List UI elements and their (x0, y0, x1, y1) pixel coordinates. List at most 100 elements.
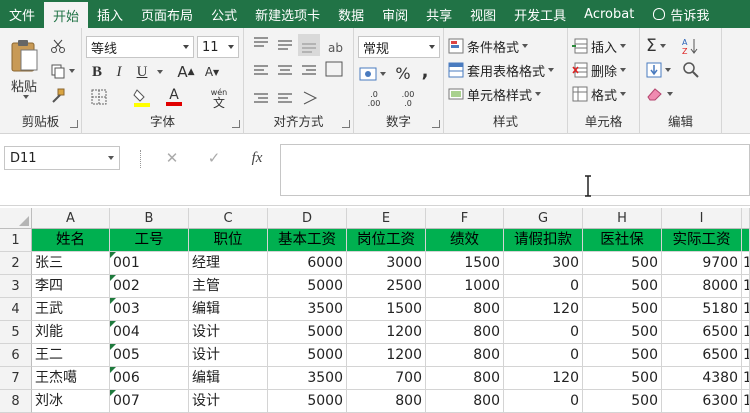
table-cell[interactable]: 0 (504, 390, 583, 413)
accounting-format-button[interactable] (358, 64, 386, 84)
table-cell[interactable]: 李四 (32, 275, 110, 298)
table-cell[interactable]: 编辑 (189, 367, 268, 390)
table-cell[interactable]: 5180 (662, 298, 742, 321)
underline-button[interactable]: U (132, 62, 152, 82)
table-cell[interactable]: 700 (347, 367, 426, 390)
tab-acrobat[interactable]: Acrobat (575, 0, 643, 28)
table-cell[interactable]: 007 (110, 390, 189, 413)
table-cell[interactable]: 500 (583, 367, 662, 390)
column-header-g[interactable]: G (504, 208, 583, 229)
cut-button[interactable] (48, 36, 68, 56)
decrease-decimal-button[interactable]: .00.0 (394, 88, 422, 110)
font-name-combo[interactable]: 等线 (86, 36, 194, 58)
table-cell[interactable]: 0 (504, 275, 583, 298)
tab-view[interactable]: 视图 (461, 0, 505, 28)
insert-function-button[interactable]: fx (244, 148, 270, 168)
clear-button[interactable] (646, 84, 673, 104)
tab-page-layout[interactable]: 页面布局 (132, 0, 202, 28)
table-cell[interactable]: 刘能 (32, 321, 110, 344)
number-launcher-icon[interactable] (432, 120, 440, 128)
table-cell[interactable]: 120 (504, 298, 583, 321)
table-cell-partial[interactable]: 1 (742, 321, 750, 344)
select-all-button[interactable] (0, 208, 32, 229)
table-cell[interactable]: 设计 (189, 344, 268, 367)
table-cell[interactable]: 主管 (189, 275, 268, 298)
table-cell-partial[interactable]: 1 (742, 390, 750, 413)
table-cell[interactable]: 300 (504, 252, 583, 275)
paste-button[interactable]: 粘贴 (6, 36, 42, 100)
sort-filter-button[interactable]: AZ (682, 36, 700, 56)
table-cell[interactable]: 王武 (32, 298, 110, 321)
header-cell[interactable]: 绩效 (426, 229, 504, 252)
table-cell[interactable]: 2500 (347, 275, 426, 298)
tab-data[interactable]: 数据 (329, 0, 373, 28)
fill-button[interactable] (646, 60, 671, 80)
header-cell[interactable]: 实际工资 (662, 229, 742, 252)
grow-font-button[interactable]: A ▲ (176, 62, 196, 82)
fill-color-button[interactable] (130, 86, 154, 108)
table-cell[interactable]: 5000 (268, 321, 347, 344)
bold-button[interactable]: B (88, 62, 106, 82)
underline-dropdown-icon[interactable] (157, 70, 163, 74)
italic-button[interactable]: I (110, 62, 128, 82)
table-cell[interactable]: 6500 (662, 321, 742, 344)
cancel-entry-button[interactable]: ✕ (160, 148, 184, 168)
table-cell[interactable]: 500 (583, 275, 662, 298)
phonetic-button[interactable]: wén 文 (206, 86, 232, 110)
row-header-1[interactable]: 1 (0, 229, 32, 252)
table-cell[interactable]: 500 (583, 298, 662, 321)
delete-cells-button[interactable]: 删除 (572, 60, 627, 80)
column-header-f[interactable]: F (426, 208, 504, 229)
font-size-combo[interactable]: 11 (197, 36, 239, 58)
row-header-2[interactable]: 2 (0, 252, 32, 275)
conditional-formatting-button[interactable]: 条件格式 (448, 36, 529, 56)
header-cell[interactable]: 姓名 (32, 229, 110, 252)
tab-file[interactable]: 文件 (0, 0, 44, 28)
tab-share[interactable]: 共享 (417, 0, 461, 28)
table-cell-partial[interactable]: 1 (742, 252, 750, 275)
tab-insert[interactable]: 插入 (88, 0, 132, 28)
autosum-button[interactable]: Σ (646, 36, 666, 56)
table-cell[interactable]: 9700 (662, 252, 742, 275)
table-cell-partial[interactable]: 1 (742, 344, 750, 367)
table-cell[interactable]: 6300 (662, 390, 742, 413)
table-cell[interactable]: 120 (504, 367, 583, 390)
table-cell[interactable]: 002 (110, 275, 189, 298)
table-cell[interactable]: 800 (426, 344, 504, 367)
table-cell[interactable]: 1200 (347, 321, 426, 344)
header-cell[interactable]: 职位 (189, 229, 268, 252)
table-cell[interactable]: 006 (110, 367, 189, 390)
column-header-a[interactable]: A (32, 208, 110, 229)
row-header-5[interactable]: 5 (0, 321, 32, 344)
alignment-launcher-icon[interactable] (342, 120, 350, 128)
column-header-i[interactable]: I (662, 208, 742, 229)
table-cell[interactable]: 500 (583, 252, 662, 275)
column-header-h[interactable]: H (583, 208, 662, 229)
cell-styles-button[interactable]: 单元格样式 (448, 84, 542, 104)
insert-cells-button[interactable]: 插入 (572, 36, 627, 56)
table-cell[interactable]: 1500 (347, 298, 426, 321)
table-cell[interactable]: 张三 (32, 252, 110, 275)
header-cell[interactable]: 工号 (110, 229, 189, 252)
table-cell[interactable]: 800 (347, 390, 426, 413)
copy-button[interactable] (48, 61, 76, 81)
table-cell[interactable]: 王二 (32, 344, 110, 367)
table-cell[interactable]: 800 (426, 390, 504, 413)
table-cell[interactable]: 004 (110, 321, 189, 344)
table-cell[interactable]: 800 (426, 321, 504, 344)
tab-home[interactable]: 开始 (44, 2, 89, 28)
table-cell[interactable]: 1200 (347, 344, 426, 367)
confirm-entry-button[interactable]: ✓ (202, 148, 226, 168)
format-as-table-button[interactable]: 套用表格格式 (448, 60, 555, 80)
table-cell[interactable]: 5000 (268, 344, 347, 367)
table-cell[interactable]: 6000 (268, 252, 347, 275)
table-cell[interactable]: 500 (583, 390, 662, 413)
column-header-d[interactable]: D (268, 208, 347, 229)
tab-developer[interactable]: 开发工具 (505, 0, 575, 28)
font-launcher-icon[interactable] (232, 120, 240, 128)
formula-input[interactable] (280, 144, 750, 197)
table-cell[interactable]: 刘冰 (32, 390, 110, 413)
header-cell[interactable]: 请假扣款 (504, 229, 583, 252)
table-cell[interactable]: 003 (110, 298, 189, 321)
row-header-6[interactable]: 6 (0, 344, 32, 367)
